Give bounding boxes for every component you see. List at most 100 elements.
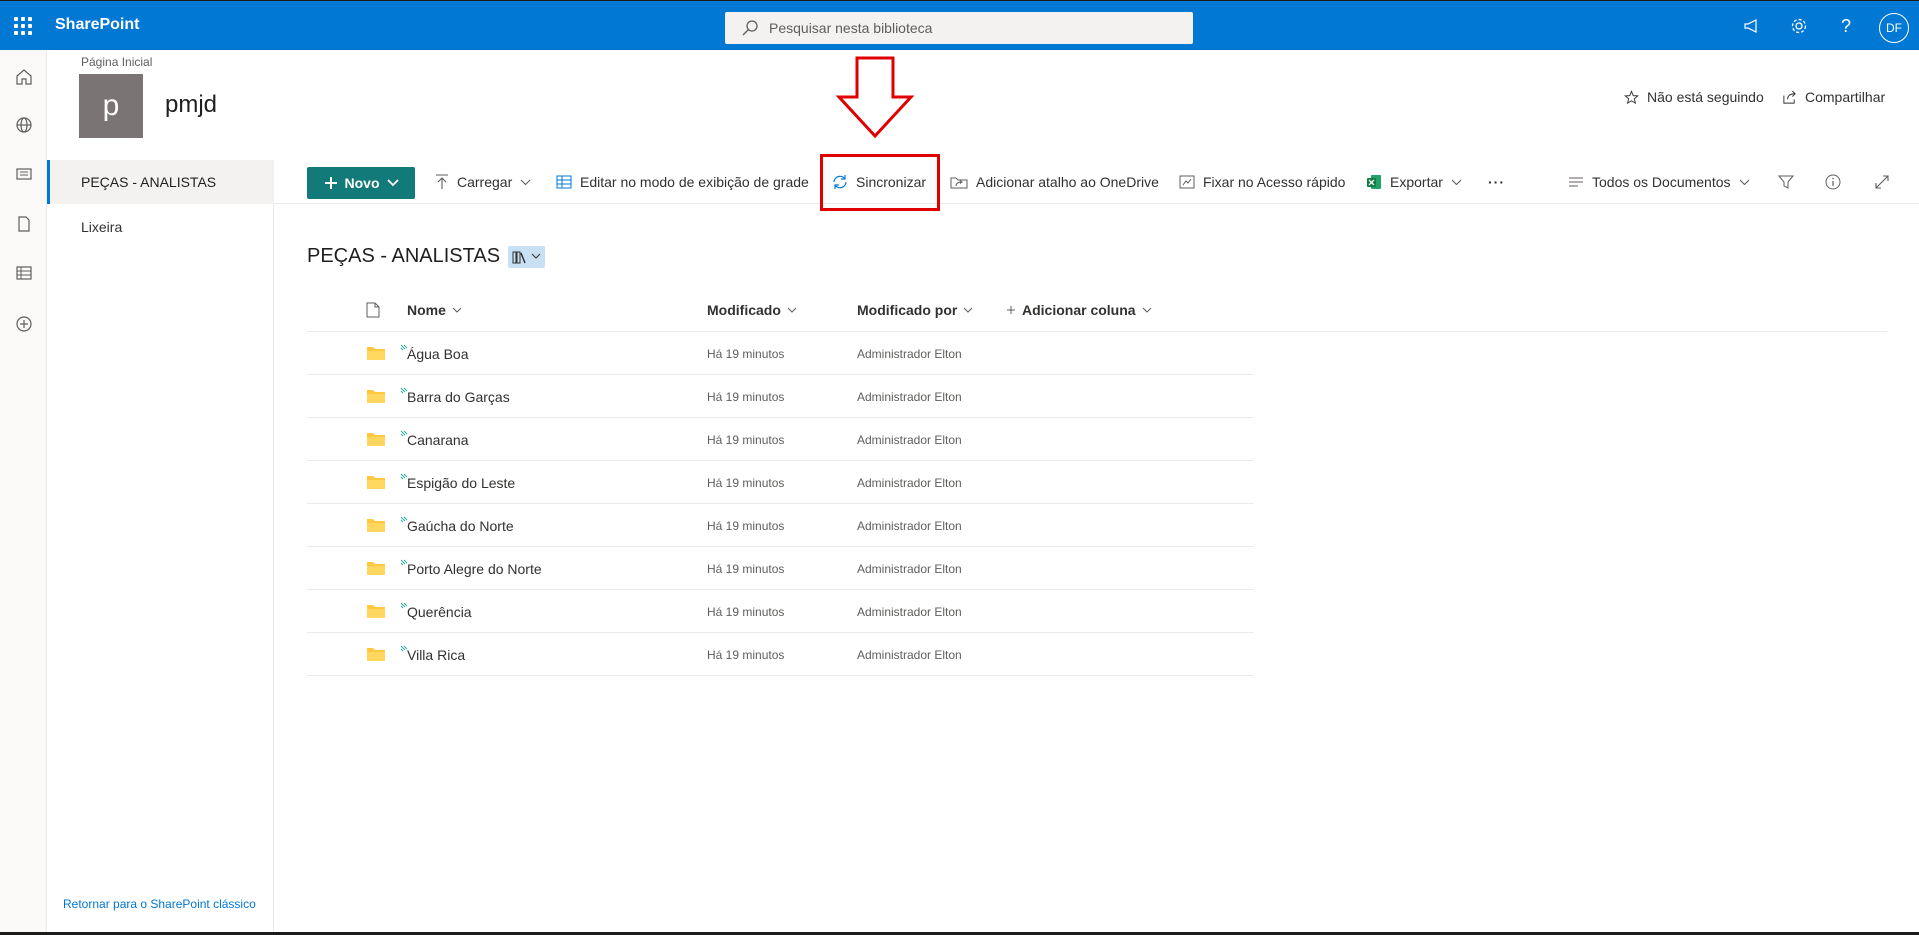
add-onedrive-shortcut-button[interactable]: Adicionar atalho ao OneDrive <box>950 160 1159 204</box>
modified-by-value[interactable]: Administrador Elton <box>857 562 962 576</box>
file-name[interactable]: Espigão do Leste <box>407 475 515 491</box>
command-bar: Novo Carregar Editar no modo de exibição… <box>274 160 1919 204</box>
modified-by-header-label: Modificado por <box>857 302 958 318</box>
pin-icon <box>1179 175 1195 189</box>
folder-icon <box>366 517 386 538</box>
modified-by-value[interactable]: Administrador Elton <box>857 605 962 619</box>
upload-icon <box>436 174 448 189</box>
table-row[interactable]: Espigão do Leste Há 19 minutos Administrad… <box>307 461 1254 504</box>
more-button[interactable]: ··· <box>1488 160 1505 204</box>
view-selector[interactable]: Todos os Documentos <box>1568 160 1750 204</box>
export-label: Exportar <box>1390 174 1443 190</box>
down-arrow-annotation <box>835 56 915 139</box>
view-label: Todos os Documentos <box>1592 174 1731 190</box>
file-name[interactable]: Gaúcha do Norte <box>407 518 514 534</box>
grid-icon <box>556 175 572 189</box>
modified-value: Há 19 minutos <box>707 476 785 490</box>
export-button[interactable]: Exportar <box>1366 160 1462 204</box>
table-row[interactable]: Água Boa Há 19 minutos Administrador Elton <box>307 332 1254 375</box>
new-button[interactable]: Novo <box>307 167 415 199</box>
file-type-column-header[interactable] <box>366 290 380 330</box>
add-shortcut-label: Adicionar atalho ao OneDrive <box>976 174 1159 190</box>
left-navigation: PEÇAS - ANALISTAS Lixeira Retornar para … <box>47 160 274 935</box>
library-view-switch[interactable] <box>508 245 546 268</box>
news-icon[interactable] <box>0 154 47 194</box>
modified-by-value[interactable]: Administrador Elton <box>857 476 962 490</box>
follow-button[interactable]: Não está seguindo <box>1624 89 1764 105</box>
name-column-header[interactable]: Nome <box>407 290 462 330</box>
filter-icon[interactable] <box>1778 160 1794 204</box>
pin-label: Fixar no Acesso rápido <box>1203 174 1346 190</box>
add-circle-icon[interactable] <box>0 304 47 344</box>
name-header-label: Nome <box>407 302 446 318</box>
file-icon <box>366 302 380 318</box>
search-icon <box>741 19 759 42</box>
site-logo: p <box>79 74 143 138</box>
suite-bar: SharePoint ? DF <box>0 0 1919 50</box>
app-rail <box>0 50 47 935</box>
file-name[interactable]: Água Boa <box>407 346 469 362</box>
modified-column-header[interactable]: Modificado <box>707 290 797 330</box>
document-icon[interactable] <box>0 204 47 244</box>
modified-by-value[interactable]: Administrador Elton <box>857 347 962 361</box>
file-name[interactable]: Porto Alegre do Norte <box>407 561 542 577</box>
app-brand[interactable]: SharePoint <box>55 16 139 34</box>
excel-icon <box>1367 175 1381 189</box>
chevron-down-icon <box>1739 179 1749 185</box>
table-row[interactable]: Villa Rica Há 19 minutos Administrador Elt… <box>307 633 1254 676</box>
file-name[interactable]: Canarana <box>407 432 469 448</box>
nav-item-lixeira[interactable]: Lixeira <box>81 219 122 235</box>
onedrive-shortcut-icon <box>950 177 968 189</box>
star-icon <box>1624 89 1639 104</box>
gear-icon[interactable] <box>1787 14 1811 38</box>
site-title[interactable]: pmjd <box>165 91 217 119</box>
table-row[interactable]: Canarana Há 19 minutos Administrador Elton <box>307 418 1254 461</box>
modified-by-column-header[interactable]: Modificado por <box>857 290 973 330</box>
info-icon[interactable] <box>1825 160 1841 204</box>
file-name[interactable]: Villa Rica <box>407 647 465 663</box>
list-icon[interactable] <box>0 253 47 293</box>
grid-edit-button[interactable]: Editar no modo de exibição de grade <box>556 160 809 204</box>
modified-value: Há 19 minutos <box>707 562 785 576</box>
search-box[interactable] <box>725 12 1193 44</box>
folder-icon <box>366 603 386 624</box>
chevron-down-icon <box>520 179 531 185</box>
modified-header-label: Modificado <box>707 302 781 318</box>
folder-icon <box>366 431 386 452</box>
share-button[interactable]: Compartilhar <box>1782 89 1885 105</box>
modified-by-value[interactable]: Administrador Elton <box>857 648 962 662</box>
file-name[interactable]: Barra do Garças <box>407 389 510 405</box>
pin-quick-access-button[interactable]: Fixar no Acesso rápido <box>1179 160 1345 204</box>
help-icon[interactable]: ? <box>1834 14 1858 38</box>
table-row[interactable]: Gaúcha do Norte Há 19 minutos Administrado… <box>307 504 1254 547</box>
chevron-down-icon <box>1142 307 1151 313</box>
sync-button[interactable]: Sincronizar <box>832 160 926 204</box>
home-icon[interactable] <box>0 57 47 97</box>
expand-icon[interactable] <box>1874 160 1890 204</box>
upload-button[interactable]: Carregar <box>435 160 531 204</box>
globe-icon[interactable] <box>0 105 47 145</box>
modified-by-value[interactable]: Administrador Elton <box>857 390 962 404</box>
classic-sharepoint-link[interactable]: Retornar para o SharePoint clássico <box>63 897 256 911</box>
nav-item-pecas-analistas[interactable]: PEÇAS - ANALISTAS <box>47 160 274 204</box>
megaphone-icon[interactable] <box>1740 14 1764 38</box>
modified-by-value[interactable]: Administrador Elton <box>857 519 962 533</box>
list-view-icon <box>1569 177 1583 187</box>
avatar[interactable]: DF <box>1879 13 1909 43</box>
waffle-icon[interactable] <box>10 14 34 38</box>
folder-icon <box>366 345 386 366</box>
folder-icon <box>366 560 386 581</box>
add-column-label: Adicionar coluna <box>1022 302 1136 318</box>
modified-by-value[interactable]: Administrador Elton <box>857 433 962 447</box>
breadcrumb[interactable]: Página Inicial <box>81 55 152 69</box>
table-row[interactable]: Barra do Garças Há 19 minutos Administrado… <box>307 375 1254 418</box>
library-title: PEÇAS - ANALISTAS <box>307 245 501 267</box>
chevron-down-icon <box>963 307 973 313</box>
search-input[interactable] <box>769 12 1169 44</box>
table-row[interactable]: Porto Alegre do Norte Há 19 minutos Admini… <box>307 547 1254 590</box>
file-name[interactable]: Querência <box>407 604 472 620</box>
table-row[interactable]: Querência Há 19 minutos Administrador Elto… <box>307 590 1254 633</box>
sync-label: Sincronizar <box>856 174 927 190</box>
add-column-header[interactable]: Adicionar coluna <box>1006 290 1152 330</box>
modified-value: Há 19 minutos <box>707 648 785 662</box>
